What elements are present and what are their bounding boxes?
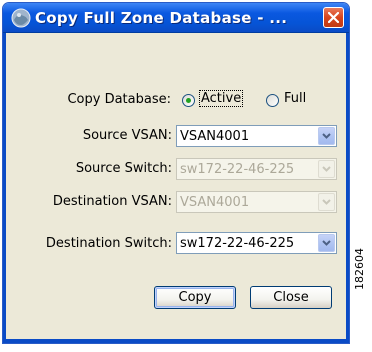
radio-full[interactable] xyxy=(266,94,279,107)
source-vsan-label: Source VSAN: xyxy=(82,128,172,143)
source-switch-value: sw172-22-46-225 xyxy=(180,162,295,177)
title-bar[interactable]: Copy Full Zone Database - ... xyxy=(3,3,349,33)
copy-button[interactable]: Copy xyxy=(154,286,236,309)
radio-active[interactable] xyxy=(182,94,195,107)
chevron-down-icon xyxy=(322,199,331,205)
dropdown-button-disabled xyxy=(318,193,335,211)
app-icon xyxy=(11,8,31,28)
chevron-down-icon xyxy=(322,133,331,139)
dropdown-button[interactable] xyxy=(318,234,335,252)
dialog-window: Copy Full Zone Database - ... Copy Datab… xyxy=(2,2,350,344)
chevron-down-icon xyxy=(322,240,331,246)
window-frame-bottom xyxy=(3,339,349,343)
destination-vsan-label: Destination VSAN: xyxy=(52,194,172,209)
dialog-content: Copy Database: Active Full Source VSAN: … xyxy=(6,33,346,339)
copy-database-label: Copy Database: xyxy=(67,92,171,107)
destination-switch-label: Destination Switch: xyxy=(45,236,172,251)
radio-selected-dot xyxy=(186,98,191,103)
radio-active-label[interactable]: Active xyxy=(199,90,244,107)
dropdown-button[interactable] xyxy=(318,127,335,145)
chevron-down-icon xyxy=(322,166,331,172)
close-button[interactable]: Close xyxy=(250,286,332,309)
window-frame-right xyxy=(346,33,349,343)
figure-id: 182604 xyxy=(353,248,366,290)
close-window-button[interactable] xyxy=(323,7,344,28)
source-switch-select: sw172-22-46-225 xyxy=(176,158,337,180)
dropdown-button-disabled xyxy=(318,160,335,178)
close-icon xyxy=(328,12,339,23)
radio-full-label[interactable]: Full xyxy=(284,91,306,106)
destination-vsan-value: VSAN4001 xyxy=(180,195,250,210)
window-title: Copy Full Zone Database - ... xyxy=(35,9,288,27)
destination-switch-select[interactable]: sw172-22-46-225 xyxy=(176,232,337,254)
source-vsan-value: VSAN4001 xyxy=(180,129,250,144)
source-switch-label: Source Switch: xyxy=(75,161,172,176)
destination-vsan-select: VSAN4001 xyxy=(176,191,337,213)
destination-switch-value: sw172-22-46-225 xyxy=(180,236,295,251)
source-vsan-select[interactable]: VSAN4001 xyxy=(176,125,337,147)
